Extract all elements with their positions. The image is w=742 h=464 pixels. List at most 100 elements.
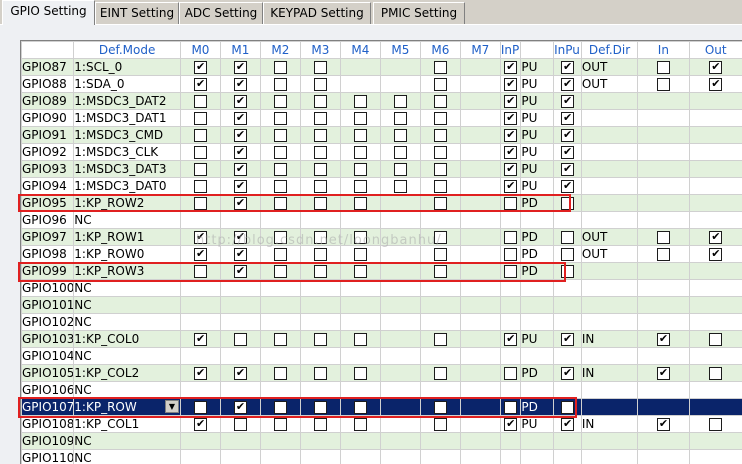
mode-m4-checkbox[interactable] bbox=[353, 264, 367, 278]
mode-m5-checkbox[interactable] bbox=[393, 179, 407, 193]
mode-m1-checkbox[interactable] bbox=[233, 332, 247, 346]
pull-select-checkbox[interactable] bbox=[504, 196, 518, 210]
table-row[interactable]: GPIO881:SDA_0 PU OUT bbox=[21, 75, 742, 93]
mode-m4-checkbox[interactable] bbox=[353, 230, 367, 244]
mode-m3-checkbox[interactable] bbox=[313, 400, 327, 414]
mode-m3-checkbox[interactable] bbox=[313, 128, 327, 142]
pull-select-checkbox[interactable] bbox=[504, 128, 518, 142]
pull-enable-checkbox[interactable] bbox=[560, 77, 574, 91]
tab-keypad-setting[interactable]: KEYPAD Setting bbox=[263, 2, 371, 24]
mode-m6-checkbox[interactable] bbox=[433, 77, 447, 91]
mode-m3-checkbox[interactable] bbox=[313, 60, 327, 74]
mode-m4-checkbox[interactable] bbox=[353, 94, 367, 108]
mode-m6-checkbox[interactable] bbox=[433, 60, 447, 74]
table-row[interactable]: GPIO981:KP_ROW0 PD OUT bbox=[21, 245, 742, 263]
dir-in-checkbox[interactable] bbox=[656, 417, 670, 431]
def-mode-cell[interactable]: NC bbox=[73, 347, 181, 365]
mode-m0-checkbox[interactable] bbox=[193, 196, 207, 210]
dir-out-checkbox[interactable] bbox=[709, 366, 723, 380]
pull-select-checkbox[interactable] bbox=[504, 162, 518, 176]
table-row[interactable]: GPIO941:MSDC3_DAT0 PU bbox=[21, 177, 742, 195]
mode-m1-checkbox[interactable] bbox=[233, 230, 247, 244]
mode-m2-checkbox[interactable] bbox=[273, 230, 287, 244]
mode-m2-checkbox[interactable] bbox=[273, 179, 287, 193]
mode-m6-checkbox[interactable] bbox=[433, 111, 447, 125]
mode-m3-checkbox[interactable] bbox=[313, 94, 327, 108]
mode-m2-checkbox[interactable] bbox=[273, 145, 287, 159]
dir-out-checkbox[interactable] bbox=[709, 247, 723, 261]
pull-select-checkbox[interactable] bbox=[504, 77, 518, 91]
def-mode-cell[interactable]: NC bbox=[73, 296, 181, 314]
pull-enable-checkbox[interactable] bbox=[560, 196, 574, 210]
pull-select-checkbox[interactable] bbox=[504, 400, 518, 414]
pull-select-checkbox[interactable] bbox=[504, 417, 518, 431]
dir-in-checkbox[interactable] bbox=[656, 332, 670, 346]
def-mode-cell[interactable]: NC bbox=[73, 449, 181, 464]
pull-select-checkbox[interactable] bbox=[504, 179, 518, 193]
column-header[interactable] bbox=[520, 41, 555, 59]
mode-m4-checkbox[interactable] bbox=[353, 417, 367, 431]
mode-m0-checkbox[interactable] bbox=[193, 417, 207, 431]
mode-m3-checkbox[interactable] bbox=[313, 264, 327, 278]
mode-m3-checkbox[interactable] bbox=[313, 366, 327, 380]
mode-m4-checkbox[interactable] bbox=[353, 196, 367, 210]
pull-select-checkbox[interactable] bbox=[504, 60, 518, 74]
pull-select-checkbox[interactable] bbox=[504, 94, 518, 108]
mode-m0-checkbox[interactable] bbox=[193, 179, 207, 193]
table-row[interactable]: GPIO101 NC bbox=[21, 296, 742, 314]
def-mode-cell[interactable]: NC bbox=[73, 313, 181, 331]
mode-m0-checkbox[interactable] bbox=[193, 77, 207, 91]
chevron-down-icon[interactable]: ▼ bbox=[164, 400, 179, 413]
mode-m1-checkbox[interactable] bbox=[233, 128, 247, 142]
def-mode-cell[interactable]: 1:KP_ROW2 bbox=[73, 194, 181, 212]
column-header[interactable]: InPu... bbox=[553, 41, 582, 59]
mode-m5-checkbox[interactable] bbox=[393, 128, 407, 142]
def-mode-cell[interactable]: 1:SCL_0 bbox=[73, 58, 181, 76]
mode-m0-checkbox[interactable] bbox=[193, 247, 207, 261]
table-row[interactable]: GPIO1031:KP_COL0 PU IN bbox=[21, 330, 742, 348]
mode-m1-checkbox[interactable] bbox=[233, 366, 247, 380]
pull-enable-checkbox[interactable] bbox=[560, 94, 574, 108]
dir-out-checkbox[interactable] bbox=[709, 417, 723, 431]
pull-enable-checkbox[interactable] bbox=[560, 111, 574, 125]
dir-out-checkbox[interactable] bbox=[709, 332, 723, 346]
def-mode-cell[interactable]: 1:MSDC3_DAT1 bbox=[73, 109, 181, 127]
column-header[interactable]: Out bbox=[688, 41, 742, 59]
pull-select-checkbox[interactable] bbox=[504, 111, 518, 125]
mode-m0-checkbox[interactable] bbox=[193, 264, 207, 278]
def-mode-cell[interactable]: 1:KP_COL2 bbox=[73, 364, 181, 382]
pull-select-checkbox[interactable] bbox=[504, 264, 518, 278]
mode-m6-checkbox[interactable] bbox=[433, 94, 447, 108]
mode-m0-checkbox[interactable] bbox=[193, 162, 207, 176]
dir-in-checkbox[interactable] bbox=[656, 247, 670, 261]
column-header[interactable] bbox=[21, 41, 75, 59]
dir-in-checkbox[interactable] bbox=[656, 60, 670, 74]
mode-m3-checkbox[interactable] bbox=[313, 179, 327, 193]
mode-m0-checkbox[interactable] bbox=[193, 94, 207, 108]
column-header[interactable]: M4 bbox=[339, 41, 381, 59]
tab-eint-setting[interactable]: EINT Setting bbox=[95, 2, 179, 24]
tab-pmic-setting[interactable]: PMIC Setting bbox=[373, 2, 465, 24]
mode-m5-checkbox[interactable] bbox=[393, 145, 407, 159]
def-mode-cell[interactable]: 1:KP_COL1 bbox=[73, 415, 181, 433]
mode-m1-checkbox[interactable] bbox=[233, 94, 247, 108]
pull-enable-checkbox[interactable] bbox=[560, 366, 574, 380]
pull-enable-checkbox[interactable] bbox=[560, 332, 574, 346]
mode-m4-checkbox[interactable] bbox=[353, 332, 367, 346]
mode-m2-checkbox[interactable] bbox=[273, 77, 287, 91]
pull-enable-checkbox[interactable] bbox=[560, 230, 574, 244]
mode-m4-checkbox[interactable] bbox=[353, 145, 367, 159]
mode-m6-checkbox[interactable] bbox=[433, 179, 447, 193]
dir-out-checkbox[interactable] bbox=[709, 60, 723, 74]
mode-m3-checkbox[interactable] bbox=[313, 417, 327, 431]
mode-m2-checkbox[interactable] bbox=[273, 417, 287, 431]
table-row[interactable]: GPIO1081:KP_COL1 PU IN bbox=[21, 415, 742, 433]
mode-m0-checkbox[interactable] bbox=[193, 366, 207, 380]
mode-m6-checkbox[interactable] bbox=[433, 128, 447, 142]
mode-m6-checkbox[interactable] bbox=[433, 247, 447, 261]
mode-m6-checkbox[interactable] bbox=[433, 145, 447, 159]
column-header[interactable]: Def.Dir bbox=[580, 41, 639, 59]
mode-m5-checkbox[interactable] bbox=[393, 94, 407, 108]
mode-m4-checkbox[interactable] bbox=[353, 366, 367, 380]
table-row[interactable]: GPIO951:KP_ROW2 PD bbox=[21, 194, 742, 212]
